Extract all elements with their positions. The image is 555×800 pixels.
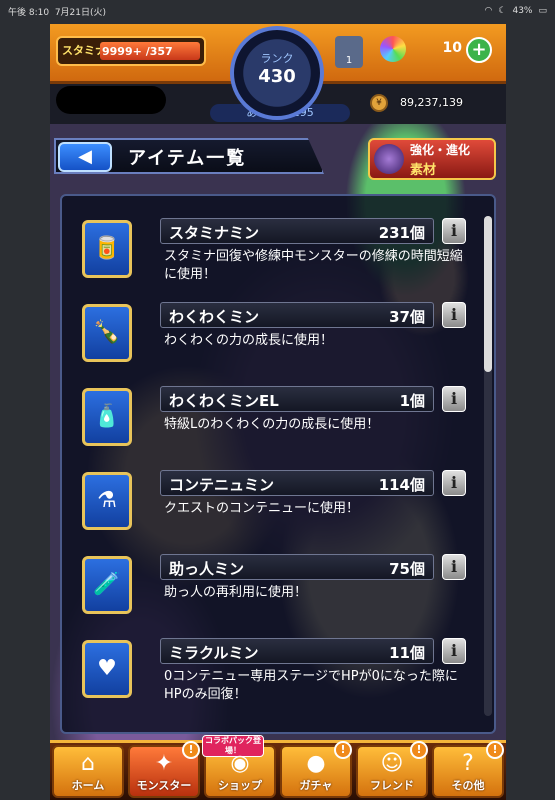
info-button[interactable]: i (442, 470, 466, 496)
info-button[interactable]: i (442, 638, 466, 664)
redacted-name (56, 86, 166, 114)
flask-icon: ⚗ (82, 472, 132, 530)
item-name: スタミナミン (169, 224, 260, 242)
page-header: ◀ アイテム一覧 強化・進化 素材 (50, 134, 506, 182)
tab-home[interactable]: ⌂ ホーム (52, 745, 124, 798)
coin-row: ¥ 89,237,139 (350, 94, 500, 116)
item-quantity: 231個 (378, 224, 425, 242)
evolution-materials-button[interactable]: 強化・進化 素材 (368, 138, 496, 180)
item-quantity: 37個 (389, 308, 425, 326)
alert-badge: ! (410, 741, 428, 759)
item-name-bar: わくわくミン 37個 (160, 302, 434, 328)
info-button[interactable]: i (442, 554, 466, 580)
alert-badge: ! (334, 741, 352, 759)
status-bar: 午後 8:10 7月21日(火) ◠ ☾ 43% ▭ (0, 0, 555, 22)
item-description: スタミナ回復や修練中モンスターの修練の時間短縮に使用！ (164, 249, 463, 282)
back-button[interactable]: ◀ (58, 142, 112, 172)
tab-label: その他 (451, 779, 485, 792)
item-name-bar: ミラクルミン 11個 (160, 638, 434, 664)
list-item[interactable]: 🥫 スタミナミン 231個 i スタミナ回復や修練中モンスターの修練の時間短縮に… (68, 214, 480, 294)
item-description: 助っ人の再利用に使用！ (164, 585, 308, 600)
item-quantity: 75個 (389, 560, 425, 578)
item-name: わくわくミンEL (169, 392, 279, 410)
tab-label: フレンド (370, 779, 414, 792)
status-time: 午後 8:10 (8, 7, 50, 18)
evo-label-line2: 素材 (410, 163, 437, 178)
game-screen: スタミナ 9999+ /357 1 10 + ランク 430 あと 231295… (50, 24, 506, 800)
info-button[interactable]: i (442, 302, 466, 328)
material-orb-icon (374, 144, 404, 174)
bottom-tab-bar: ⌂ ホーム ✦ モンスター ! コラボパック登場！ ◉ ショップ ● ガチャ !… (50, 735, 506, 800)
moon-icon: ☾ (498, 6, 507, 16)
tab-label: ホーム (71, 779, 105, 792)
item-name-bar: わくわくミンEL 1個 (160, 386, 434, 412)
gacha-icon: ● (306, 751, 326, 776)
item-description: 0コンテニュー専用ステージでHPが0になった際にHPのみ回復！ (164, 669, 458, 702)
coin-value: 89,237,139 (400, 96, 463, 109)
tab-label: モンスター (136, 779, 192, 792)
stamina-box[interactable]: スタミナ 9999+ /357 (56, 36, 206, 66)
alert-badge: ! (486, 741, 504, 759)
monster-icon: ✦ (154, 751, 174, 776)
tab-friend[interactable]: ☺ フレンド ! (356, 741, 428, 798)
item-list-panel: 🥫 スタミナミン 231個 i スタミナ回復や修練中モンスターの修練の時間短縮に… (60, 194, 496, 734)
bottle-icon: 🍾 (82, 304, 132, 362)
buy-orb-button[interactable]: + (466, 37, 492, 63)
item-description: クエストのコンテニューに使用！ (164, 501, 360, 516)
rank-badge[interactable]: ランク 430 (230, 26, 324, 120)
other-icon: ? (462, 751, 474, 776)
rank-label: ランク (260, 52, 294, 65)
item-name-bar: スタミナミン 231個 (160, 218, 434, 244)
item-box-count: 1 (345, 55, 353, 66)
page-title: アイテム一覧 (128, 148, 247, 169)
stamina-value: 9999+ /357 (102, 45, 173, 58)
item-quantity: 114個 (378, 476, 425, 494)
item-name: わくわくミン (169, 308, 260, 326)
battery-level: 43% (512, 6, 533, 16)
tab-label: ショップ (218, 779, 262, 792)
item-name: 助っ人ミン (169, 560, 245, 578)
scroll-thumb[interactable] (484, 216, 492, 372)
shop-icon: ◉ (230, 751, 250, 776)
wifi-icon: ◠ (484, 6, 493, 16)
evo-label-line1: 強化・進化 (410, 143, 471, 157)
item-quantity: 1個 (399, 392, 425, 410)
bottle-el-icon: 🧴 (82, 388, 132, 446)
item-name-bar: コンテニュミン 114個 (160, 470, 434, 496)
vial-icon: 🧪 (82, 556, 132, 614)
alert-badge: ! (182, 741, 200, 759)
list-item[interactable]: ⚗ コンテニュミン 114個 i クエストのコンテニューに使用！ (68, 466, 480, 546)
status-date: 7月21日(火) (54, 7, 107, 18)
heart-potion-icon: ♥ (82, 640, 132, 698)
item-name-bar: 助っ人ミン 75個 (160, 554, 434, 580)
list-item[interactable]: ♥ ミラクルミン 11個 i 0コンテニュー専用ステージでHPが0になった際にH… (68, 634, 480, 714)
orb-count: 10 (442, 40, 462, 56)
list-item[interactable]: 🧪 助っ人ミン 75個 i 助っ人の再利用に使用！ (68, 550, 480, 630)
item-description: わくわくの力の成長に使用！ (164, 333, 334, 348)
tab-gacha[interactable]: ● ガチャ ! (280, 741, 352, 798)
tab-shop[interactable]: コラボパック登場！ ◉ ショップ (202, 735, 276, 798)
item-box-icon[interactable]: 1 (335, 36, 363, 68)
tab-other[interactable]: ? その他 ! (432, 741, 504, 798)
info-button[interactable]: i (442, 386, 466, 412)
list-item[interactable]: 🍾 わくわくミン 37個 i わくわくの力の成長に使用！ (68, 298, 480, 378)
list-scrollbar[interactable] (484, 216, 492, 716)
orb-icon (380, 36, 406, 62)
info-button[interactable]: i (442, 218, 466, 244)
battery-icon: ▭ (538, 6, 547, 16)
item-quantity: 11個 (389, 644, 425, 662)
item-description: 特級Lのわくわくの力の成長に使用！ (164, 417, 380, 432)
item-name: コンテニュミン (169, 476, 275, 494)
tab-label: ガチャ (299, 779, 333, 792)
tab-monster[interactable]: ✦ モンスター ! (128, 741, 200, 798)
home-icon: ⌂ (81, 751, 95, 776)
list-item[interactable]: 🧴 わくわくミンEL 1個 i 特級Lのわくわくの力の成長に使用！ (68, 382, 480, 462)
item-name: ミラクルミン (169, 644, 259, 662)
coin-icon: ¥ (370, 94, 388, 112)
can-icon: 🥫 (82, 220, 132, 278)
friend-icon: ☺ (380, 751, 404, 776)
rank-value: 430 (258, 66, 296, 87)
